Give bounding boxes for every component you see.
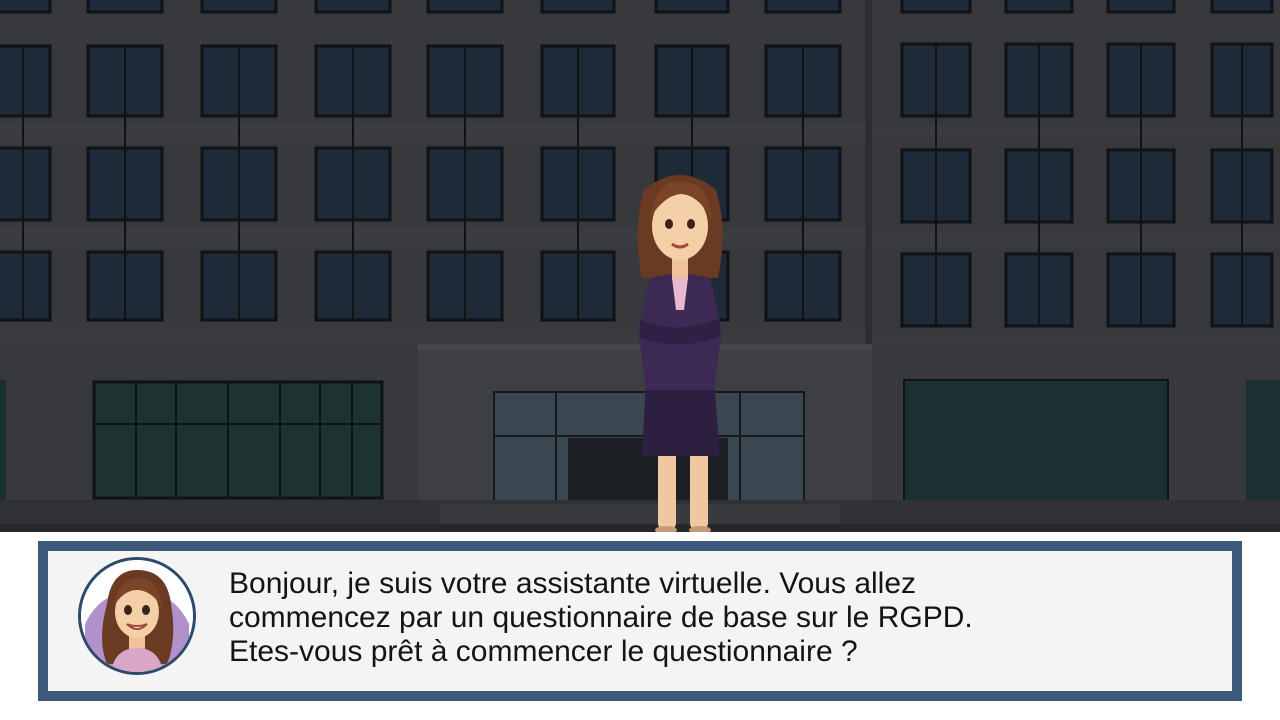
assistant-message: Bonjour, je suis votre assistante virtue… (229, 567, 973, 668)
office-building-scene (0, 0, 1280, 532)
assistant-avatar-icon (78, 557, 196, 675)
virtual-assistant-character (637, 175, 723, 532)
dialog-box: Bonjour, je suis votre assistante virtue… (38, 541, 1242, 701)
